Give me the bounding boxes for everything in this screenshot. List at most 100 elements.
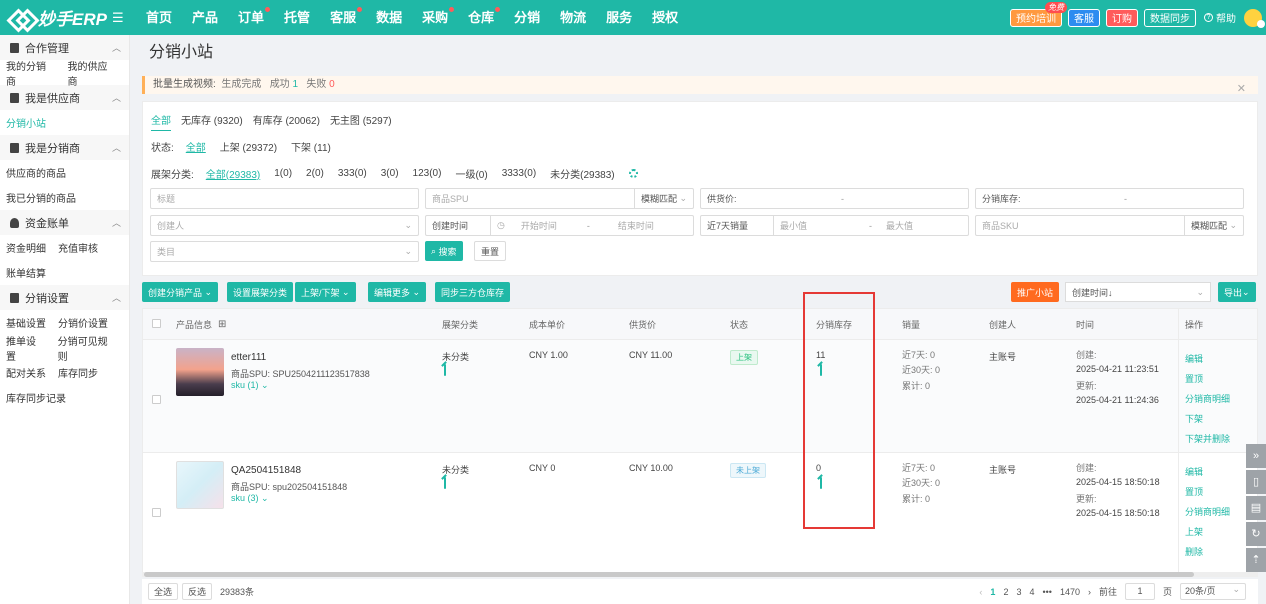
training-button[interactable]: 预约培训 免费 (1010, 1, 1067, 27)
time-type-select[interactable]: 创建时间 (426, 216, 490, 235)
mobile-icon[interactable]: ▯ (1246, 470, 1266, 494)
shelf-option[interactable]: 2(0) (306, 168, 324, 179)
shelf-option[interactable]: 3(0) (381, 168, 399, 179)
customer-service-button[interactable]: 客服 (1068, 8, 1100, 27)
create-product-button[interactable]: 创建分销产品 ⌄ (142, 282, 219, 302)
nav-item-product[interactable]: 产品 (182, 0, 228, 35)
max-input[interactable]: 最大值 (886, 219, 913, 232)
sidebar-item-stock-sync-log[interactable]: 库存同步记录 (6, 390, 66, 405)
row-checkbox[interactable] (152, 508, 161, 517)
page-3[interactable]: 3 (1016, 587, 1021, 597)
sidebar-item-supplier-products[interactable]: 供应商的商品 (6, 165, 66, 180)
nav-item-distribution[interactable]: 分销 (504, 0, 550, 35)
select-all-checkbox[interactable] (152, 319, 161, 328)
horizontal-scrollbar[interactable] (142, 572, 1258, 577)
settings-icon[interactable] (628, 169, 638, 178)
status-on-shelf[interactable]: 上架 (29372) (220, 139, 277, 154)
status-all[interactable]: 全部 (186, 139, 206, 154)
shelf-option[interactable]: 1(0) (274, 168, 292, 179)
spu-match-select[interactable]: 模糊匹配 (635, 189, 677, 208)
tab-all[interactable]: 全部 (151, 112, 171, 131)
edit-more-button[interactable]: 编辑更多 ⌄ (368, 282, 427, 302)
export-button[interactable]: 导出 ⌄ (1218, 282, 1256, 302)
sidebar-item-recharge-review[interactable]: 充值审核 (58, 240, 98, 255)
shelf-option[interactable]: 未分类(29383) (550, 166, 614, 181)
sidebar-item-visibility-rules[interactable]: 分销可见规则 (58, 333, 117, 363)
page-1[interactable]: 1 (990, 587, 995, 597)
sales-period-select[interactable]: 近7天销量 (701, 216, 773, 235)
category-select[interactable]: 类目 ⌄ (150, 241, 419, 262)
next-page-icon[interactable]: › (1088, 587, 1091, 597)
page-last[interactable]: 1470 (1060, 587, 1080, 597)
sidebar-item-push-settings[interactable]: 推单设置 (6, 333, 46, 363)
expand-icon[interactable]: » (1246, 444, 1266, 468)
shelf-option[interactable]: 全部(29383) (206, 166, 260, 181)
creator-select[interactable]: 创建人 ⌄ (150, 215, 419, 236)
nav-item-services[interactable]: 服务 (596, 0, 642, 35)
product-name[interactable]: QA2504151848 (231, 465, 301, 476)
prev-page-icon[interactable]: ‹ (979, 587, 982, 597)
nav-item-home[interactable]: 首页 (136, 0, 182, 35)
shelf-option[interactable]: 一级(0) (455, 166, 487, 181)
sidebar-item-basic-settings[interactable]: 基础设置 (6, 315, 46, 330)
supply-price-range[interactable]: 供货价: - (700, 188, 969, 209)
help-link[interactable]: ? 帮助 (1204, 10, 1236, 25)
promote-station-button[interactable]: 推广小站 (1011, 282, 1060, 302)
shelf-option[interactable]: 3333(0) (502, 168, 536, 179)
sidebar-group-supplier[interactable]: 我是供应商 ︿ (0, 85, 129, 110)
sidebar-group-settings[interactable]: 分销设置 ︿ (0, 285, 129, 310)
edit-icon[interactable] (444, 477, 446, 489)
nav-item-warehouse[interactable]: 仓库 (458, 0, 504, 35)
nav-item-service[interactable]: 客服 (320, 0, 366, 35)
sku-expand[interactable]: sku (3) ⌄ (231, 493, 269, 504)
sidebar-item-bill-settlement[interactable]: 账单结算 (6, 265, 46, 280)
title-input[interactable]: 标题 (150, 188, 419, 209)
note-icon[interactable]: ▤ (1246, 496, 1266, 520)
sidebar-group-funds[interactable]: 资金账单 ︿ (0, 210, 129, 235)
sidebar-item-distribution-station[interactable]: 分销小站 (6, 115, 46, 130)
row-checkbox[interactable] (152, 395, 161, 404)
sidebar-item-stock-sync[interactable]: 库存同步 (58, 365, 98, 380)
sidebar-item-price-settings[interactable]: 分销价设置 (58, 315, 108, 330)
tab-no-stock[interactable]: 无库存 (9320) (181, 112, 243, 131)
shelf-option[interactable]: 123(0) (413, 168, 442, 179)
select-all-button[interactable]: 全选 (148, 583, 179, 600)
sidebar-item-my-distributed[interactable]: 我已分销的商品 (6, 190, 76, 205)
sidebar-item-fund-details[interactable]: 资金明细 (6, 240, 46, 255)
spu-input[interactable]: 商品SPU (426, 189, 634, 208)
invert-select-button[interactable]: 反选 (182, 583, 213, 600)
tab-no-main-image[interactable]: 无主图 (5297) (330, 112, 392, 131)
nav-item-data[interactable]: 数据 (366, 0, 412, 35)
page-jump-input[interactable]: 1 (1124, 583, 1155, 600)
product-name[interactable]: etter111 (231, 352, 266, 363)
product-thumbnail[interactable] (176, 348, 224, 396)
tab-has-stock[interactable]: 有库存 (20062) (253, 112, 320, 131)
nav-item-logistics[interactable]: 物流 (550, 0, 596, 35)
subscribe-button[interactable]: 订购 (1106, 8, 1138, 27)
page-2[interactable]: 2 (1003, 587, 1008, 597)
reset-button[interactable]: 重置 (474, 241, 507, 261)
sidebar-item-my-suppliers[interactable]: 我的供应商 (68, 58, 118, 88)
set-shelf-button[interactable]: 设置展架分类 (227, 282, 294, 302)
dist-stock-range[interactable]: 分销库存: - (975, 188, 1244, 209)
page-4[interactable]: 4 (1029, 587, 1034, 597)
sidebar-item-my-distributors[interactable]: 我的分销商 (6, 58, 56, 88)
edit-icon[interactable] (444, 364, 446, 376)
nav-item-purchase[interactable]: 采购 (412, 0, 458, 35)
end-time-input[interactable]: 结束时间 (618, 219, 654, 232)
product-thumbnail[interactable] (176, 461, 224, 509)
status-off-shelf[interactable]: 下架 (11) (291, 139, 331, 154)
menu-toggle-icon[interactable]: ☰ (112, 10, 126, 26)
sidebar-item-pairing[interactable]: 配对关系 (6, 365, 46, 380)
nav-item-authorize[interactable]: 授权 (642, 0, 688, 35)
nav-item-order[interactable]: 订单 (228, 0, 274, 35)
shelf-option[interactable]: 333(0) (338, 168, 367, 179)
more-pages-icon[interactable]: ••• (1042, 587, 1051, 597)
scrollbar-thumb[interactable] (144, 572, 1194, 577)
back-to-top-icon[interactable]: ⇡ (1246, 548, 1266, 572)
nav-item-hosting[interactable]: 托管 (274, 0, 320, 35)
page-size-select[interactable]: 20条/页 (1180, 582, 1246, 600)
expand-icon[interactable]: ⊞ (218, 319, 226, 330)
sort-select[interactable]: 创建时间↓ ⌄ (1065, 282, 1211, 302)
user-avatar[interactable] (1244, 8, 1265, 28)
